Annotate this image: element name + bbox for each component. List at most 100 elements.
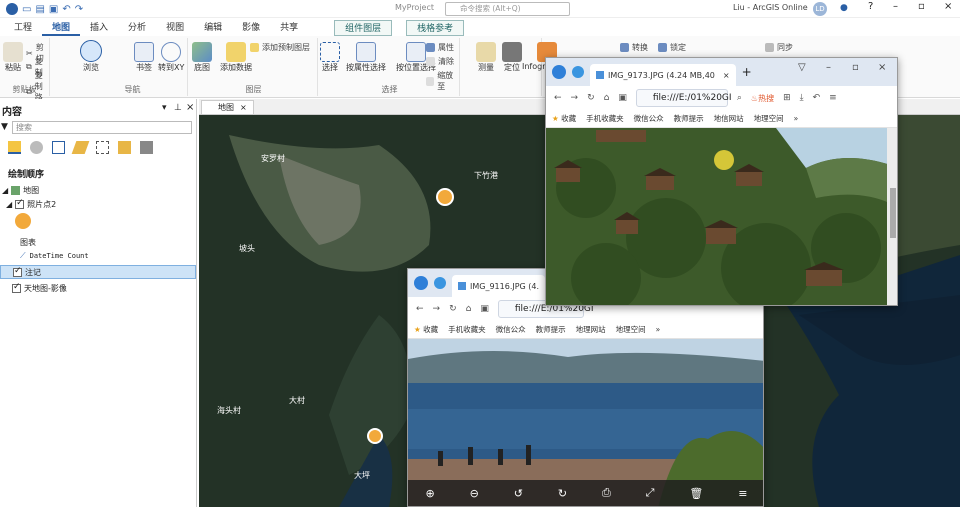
menu-icon[interactable]: ≡	[738, 487, 747, 500]
command-search-input[interactable]: 命令搜索 (Alt+Q)	[445, 2, 570, 16]
avatar[interactable]: LD	[813, 2, 827, 16]
bookmark-star[interactable]: ★ 收藏	[414, 324, 438, 335]
tab-map-view[interactable]: 地图 ×	[201, 100, 254, 114]
bookmark-geo-space[interactable]: 地理空间	[616, 324, 646, 335]
tab-map[interactable]: 地图	[42, 20, 81, 36]
tab-insert[interactable]: 插入	[80, 20, 118, 36]
maximize-icon[interactable]: ▫	[852, 62, 859, 73]
browser-pin-icon[interactable]	[434, 277, 446, 289]
user-name[interactable]: Liu - ArcGIS Online	[733, 3, 808, 12]
add-preset-button[interactable]: 添加预制图层	[250, 42, 310, 53]
editing-view-icon[interactable]	[71, 141, 90, 154]
selection-view-icon[interactable]	[52, 141, 65, 154]
bookmark-geo-site[interactable]: 地信网站	[714, 113, 744, 124]
tree-item-charts[interactable]: 图表	[0, 235, 196, 249]
pin-icon[interactable]: ⊥	[174, 103, 182, 113]
home-icon[interactable]: ⌂	[604, 93, 610, 103]
tab-imagery[interactable]: 影像	[232, 20, 270, 36]
bookmark-wechat[interactable]: 微信公众	[634, 113, 664, 124]
bookmark-teacher[interactable]: 教师提示	[536, 324, 566, 335]
select-by-attribute-button[interactable]: 按属性选择	[346, 42, 386, 73]
photo-point-symbol-icon[interactable]	[15, 213, 31, 229]
layer-checkbox[interactable]	[12, 282, 21, 293]
expand-icon[interactable]: ◢	[6, 200, 12, 209]
locate-button[interactable]: 定位	[502, 42, 522, 73]
bookmarks-button[interactable]: 书签	[134, 42, 154, 73]
bookmark-geo-space[interactable]: 地理空间	[754, 113, 784, 124]
zoom-in-icon[interactable]: ⊕	[425, 487, 434, 500]
explore-button[interactable]: 浏览	[80, 40, 102, 73]
menu-icon[interactable]: ≡	[829, 93, 837, 103]
more-bookmarks-icon[interactable]: »	[656, 325, 661, 334]
wallet-icon[interactable]: ▣	[618, 93, 627, 103]
undo-icon[interactable]: ↶	[813, 93, 821, 103]
tab-view[interactable]: 视图	[156, 20, 194, 36]
notification-icon[interactable]: ●	[840, 3, 848, 13]
lock-button[interactable]: 锁定	[658, 42, 686, 53]
window-menu-icon[interactable]: ▽	[798, 62, 806, 73]
bookmark-geo-site[interactable]: 地理网站	[576, 324, 606, 335]
paste-button[interactable]: 粘贴	[3, 42, 23, 73]
tab-analysis[interactable]: 分析	[118, 20, 156, 36]
download-icon[interactable]: ⤓	[800, 93, 804, 103]
close-tab-icon[interactable]: ×	[723, 71, 730, 80]
select-button[interactable]: 选择	[320, 42, 340, 73]
open-project-icon[interactable]: ▤	[35, 4, 44, 15]
goto-xy-button[interactable]: 转到XY	[158, 42, 184, 73]
bookmark-mobile[interactable]: 手机收藏夹	[448, 324, 486, 335]
tree-item-imagery-basemap[interactable]: 天地图-影像	[0, 281, 196, 295]
reload-icon[interactable]: ↻	[449, 304, 457, 314]
snapping-view-icon[interactable]	[96, 141, 109, 154]
bookmark-star[interactable]: ★ 收藏	[552, 113, 576, 124]
bookmark-teacher[interactable]: 教师提示	[674, 113, 704, 124]
clear-button[interactable]: 清除	[426, 56, 454, 67]
sync-button[interactable]: 同步	[765, 42, 793, 53]
search-icon[interactable]: ⌕	[737, 93, 742, 103]
minimize-icon[interactable]: –	[826, 62, 831, 73]
attributes-button[interactable]: 属性	[426, 42, 454, 53]
reload-icon[interactable]: ↻	[587, 93, 595, 103]
redo-icon[interactable]: ↷	[75, 4, 83, 15]
photo-viewer-window-9173[interactable]: IMG_9173.JPG (4.24 MB,40 × + ▽ – ▫ × ← → …	[545, 57, 898, 306]
home-icon[interactable]: ⌂	[466, 304, 472, 314]
browser-tab[interactable]: IMG_9173.JPG (4.24 MB,40 ×	[590, 64, 736, 86]
add-data-button[interactable]: 添加数据	[220, 42, 252, 73]
layer-checkbox[interactable]	[15, 198, 25, 209]
bookmark-wechat[interactable]: 微信公众	[496, 324, 526, 335]
close-icon[interactable]: ×	[878, 62, 886, 73]
contents-search-input[interactable]: 搜索	[12, 121, 192, 134]
browser-pin-icon[interactable]	[572, 66, 584, 78]
data-source-icon[interactable]	[30, 141, 43, 154]
tab-edit[interactable]: 编辑	[194, 20, 232, 36]
pane-close-icon[interactable]: ×	[186, 102, 194, 113]
minimize-icon[interactable]: –	[893, 1, 898, 12]
tab-project[interactable]: 工程	[4, 20, 42, 36]
fullscreen-icon[interactable]: ⤢	[646, 486, 655, 500]
convert-button[interactable]: 转换	[620, 42, 648, 53]
more-bookmarks-icon[interactable]: »	[794, 114, 799, 123]
drawing-order-icon[interactable]	[8, 141, 21, 154]
back-icon[interactable]: ←	[554, 93, 562, 103]
tree-item-datetime-count[interactable]: ⟋ DateTime Count	[0, 249, 196, 263]
basemap-button[interactable]: 底图	[192, 42, 212, 73]
measure-button[interactable]: 测量	[476, 42, 496, 73]
delete-icon[interactable]: 🗑	[689, 487, 703, 500]
tree-item-map[interactable]: ◢ 地图	[0, 183, 196, 197]
bookmark-mobile[interactable]: 手机收藏夹	[586, 113, 624, 124]
close-icon[interactable]: ×	[944, 1, 952, 12]
tab-raster[interactable]: 栈格参考	[406, 20, 465, 36]
forward-icon[interactable]: →	[571, 93, 579, 103]
expand-icon[interactable]: ◢	[2, 186, 8, 195]
zoom-out-icon[interactable]: ⊖	[470, 487, 479, 500]
filter-icon[interactable]: ▼	[1, 122, 8, 132]
tab-feature-layer[interactable]: 组件图层	[334, 20, 393, 36]
pane-options-icon[interactable]: ▾	[162, 103, 167, 113]
rotate-right-icon[interactable]: ↻	[558, 487, 567, 500]
maximize-icon[interactable]: ▫	[918, 1, 925, 12]
charts-view-icon[interactable]	[140, 141, 153, 154]
layer-checkbox[interactable]	[13, 266, 22, 277]
hot-search-link[interactable]: ♨热搜	[751, 93, 774, 104]
tree-item-annotation[interactable]: 注记	[0, 265, 196, 279]
print-icon[interactable]: ⎙	[602, 486, 611, 500]
rotate-left-icon[interactable]: ↺	[514, 487, 523, 500]
